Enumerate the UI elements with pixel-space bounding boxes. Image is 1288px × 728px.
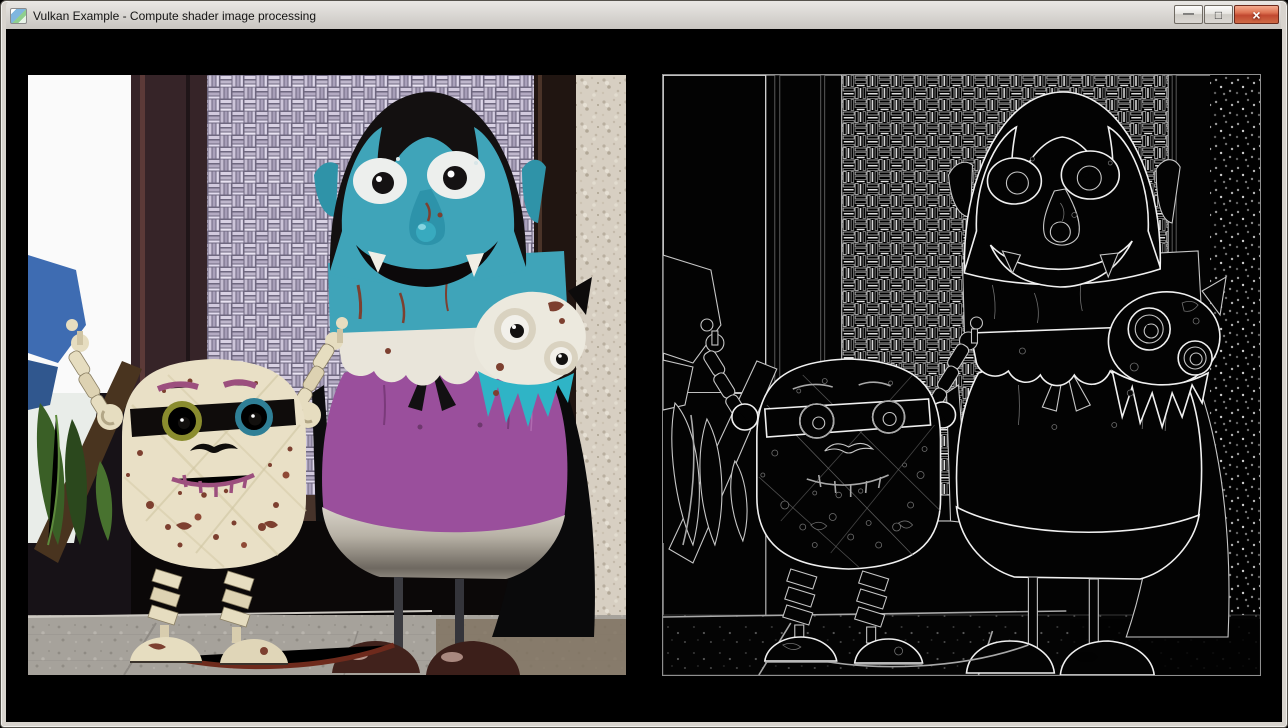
app-window: Vulkan Example - Compute shader image pr…: [0, 0, 1288, 728]
close-button[interactable]: ×: [1234, 5, 1279, 24]
window-title: Vulkan Example - Compute shader image pr…: [33, 9, 316, 23]
maximize-button[interactable]: □: [1204, 5, 1233, 24]
minimize-button[interactable]: —: [1174, 5, 1203, 24]
title-bar[interactable]: Vulkan Example - Compute shader image pr…: [6, 1, 1281, 29]
edge-detected-image-panel: [663, 75, 1260, 675]
app-icon[interactable]: [10, 8, 27, 24]
minimize-icon: —: [1183, 9, 1194, 20]
window-controls: — □ ×: [1173, 3, 1279, 24]
maximize-icon: □: [1215, 9, 1222, 21]
close-icon: ×: [1252, 8, 1260, 22]
original-image-panel: [28, 75, 626, 675]
client-area: [6, 29, 1282, 722]
